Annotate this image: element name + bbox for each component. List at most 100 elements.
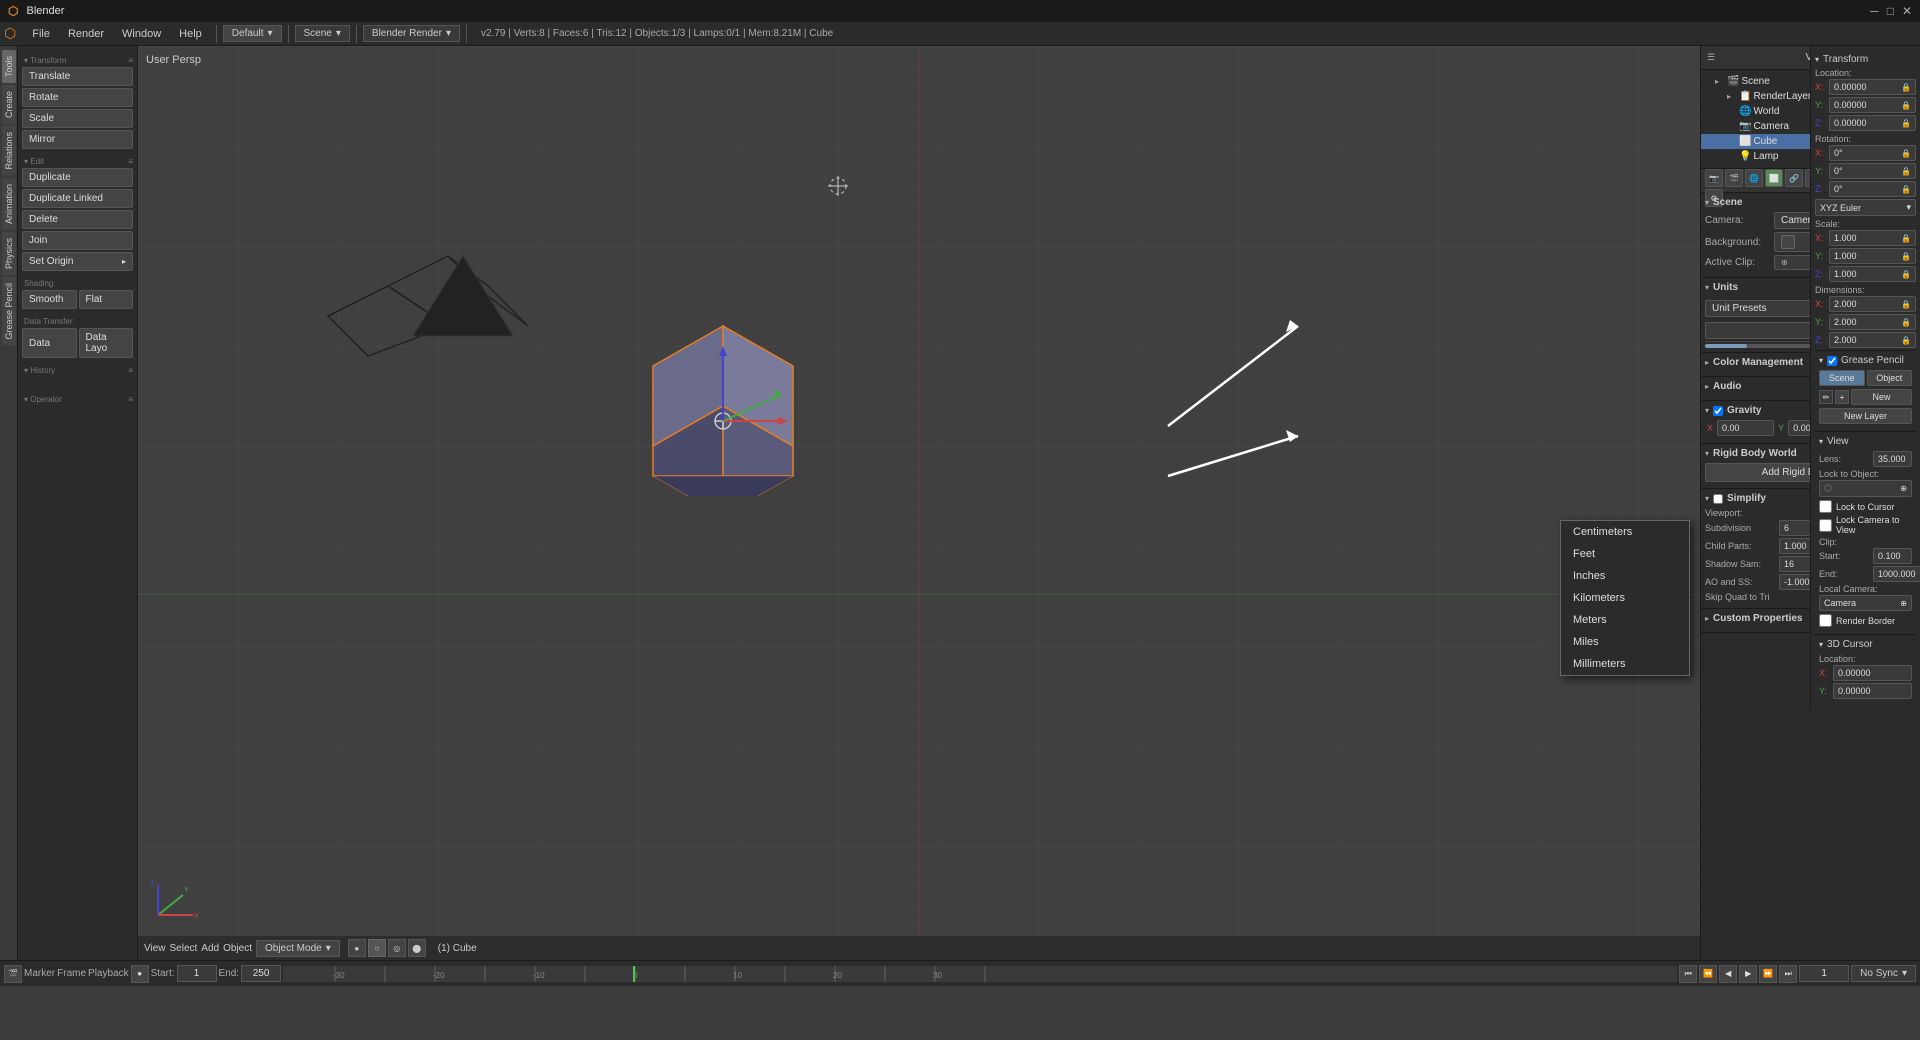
playback-menu[interactable]: Playback xyxy=(88,968,129,979)
units-item-centimeters[interactable]: Centimeters xyxy=(1561,521,1689,543)
maximize-btn[interactable]: □ xyxy=(1887,4,1894,18)
smooth-btn[interactable]: Smooth xyxy=(22,290,77,309)
timeline-mode-btn[interactable]: ● xyxy=(131,965,149,983)
scale-y-field[interactable]: 1.000 🔒 xyxy=(1829,248,1916,264)
play-btn[interactable]: ▶ xyxy=(1739,965,1757,983)
prev-frame-btn[interactable]: ⏪ xyxy=(1699,965,1717,983)
current-frame-field[interactable]: 1 xyxy=(1799,965,1849,982)
camera-field[interactable]: Camera ⊕ xyxy=(1819,595,1912,611)
data-layo-btn[interactable]: Data Layo xyxy=(79,328,134,358)
material-mode-btn[interactable]: ◎ xyxy=(388,939,406,957)
menu-file[interactable]: File xyxy=(24,26,58,42)
marker-menu[interactable]: Marker xyxy=(24,968,55,979)
clip-end-field[interactable]: 1000.000 xyxy=(1873,566,1920,582)
scene-selector[interactable]: Scene ▾ xyxy=(295,25,350,42)
units-item-feet[interactable]: Feet xyxy=(1561,543,1689,565)
object-menu[interactable]: Object xyxy=(223,943,252,954)
jump-start-btn[interactable]: ⏮ xyxy=(1679,965,1697,983)
scene-props-icon[interactable]: 🎬 xyxy=(1725,169,1743,187)
view-menu[interactable]: View xyxy=(144,943,166,954)
world-props-icon[interactable]: 🌐 xyxy=(1745,169,1763,187)
tab-create[interactable]: Create xyxy=(2,85,16,124)
layout-selector[interactable]: Default ▾ xyxy=(223,25,282,42)
gp-add-icon[interactable]: + xyxy=(1835,390,1849,404)
start-frame-field[interactable]: 1 xyxy=(177,965,217,982)
mode-selector[interactable]: Object Mode ▾ xyxy=(256,940,340,957)
loc-y-field[interactable]: 0.00000 🔒 xyxy=(1829,97,1916,113)
render-props-icon[interactable]: 📷 xyxy=(1705,169,1723,187)
duplicate-linked-btn[interactable]: Duplicate Linked xyxy=(22,189,133,208)
simplify-checkbox[interactable] xyxy=(1713,494,1723,504)
end-frame-field[interactable]: 250 xyxy=(241,965,281,982)
cursor-x-field[interactable]: 0.00000 xyxy=(1833,665,1912,681)
scale-x-field[interactable]: 1.000 🔒 xyxy=(1829,230,1916,246)
cursor-y-field[interactable]: 0.00000 xyxy=(1833,683,1912,699)
clip-start-field[interactable]: 0.100 xyxy=(1873,548,1912,564)
rot-y-field[interactable]: 0° 🔒 xyxy=(1829,163,1916,179)
add-menu[interactable]: Add xyxy=(201,943,219,954)
grease-pencil-checkbox[interactable] xyxy=(1827,356,1837,366)
constraint-props-icon[interactable]: 🔗 xyxy=(1785,169,1803,187)
menu-help[interactable]: Help xyxy=(171,26,210,42)
wire-mode-btn[interactable]: ○ xyxy=(368,939,386,957)
object-props-icon[interactable]: ⬜ xyxy=(1765,169,1783,187)
solid-mode-btn[interactable]: ● xyxy=(348,939,366,957)
units-item-miles[interactable]: Miles xyxy=(1561,631,1689,653)
render-border-checkbox[interactable] xyxy=(1819,614,1832,627)
data-btn[interactable]: Data xyxy=(22,328,77,358)
units-item-meters[interactable]: Meters xyxy=(1561,609,1689,631)
lens-field[interactable]: 35.000 xyxy=(1873,451,1912,467)
tab-physics[interactable]: Physics xyxy=(2,232,16,275)
menu-render[interactable]: Render xyxy=(60,26,112,42)
menu-window[interactable]: Window xyxy=(114,26,169,42)
units-item-inches[interactable]: Inches xyxy=(1561,565,1689,587)
gp-pencil-icon[interactable]: ✏ xyxy=(1819,390,1833,404)
gravity-x-field[interactable]: 0.00 xyxy=(1717,420,1774,436)
lock-cursor-checkbox[interactable] xyxy=(1819,500,1832,513)
dim-x-field[interactable]: 2.000 🔒 xyxy=(1829,296,1916,312)
loc-z-field[interactable]: 0.00000 🔒 xyxy=(1829,115,1916,131)
dim-y-field[interactable]: 2.000 🔒 xyxy=(1829,314,1916,330)
join-btn[interactable]: Join xyxy=(22,231,133,250)
lock-object-field[interactable]: ⬡ ⊕ xyxy=(1819,480,1912,497)
scale-btn[interactable]: Scale xyxy=(22,109,133,128)
tab-animation[interactable]: Animation xyxy=(2,178,16,230)
rot-z-field[interactable]: 0° 🔒 xyxy=(1829,181,1916,197)
timeline-icon[interactable]: 🎬 xyxy=(4,965,22,983)
duplicate-btn[interactable]: Duplicate xyxy=(22,168,133,187)
3d-viewport[interactable]: User Persp xyxy=(138,46,1700,960)
delete-btn[interactable]: Delete xyxy=(22,210,133,229)
engine-selector[interactable]: Blender Render ▾ xyxy=(363,25,460,42)
gp-new-layer-btn[interactable]: New Layer xyxy=(1819,408,1912,424)
scale-z-field[interactable]: 1.000 🔒 xyxy=(1829,266,1916,282)
tab-relations[interactable]: Relations xyxy=(2,126,16,176)
gp-new-btn[interactable]: New xyxy=(1851,389,1912,405)
rot-x-field[interactable]: 0° 🔒 xyxy=(1829,145,1916,161)
gp-scene-btn[interactable]: Scene xyxy=(1819,370,1865,386)
lock-camera-checkbox[interactable] xyxy=(1819,519,1832,532)
set-origin-btn[interactable]: Set Origin ▸ xyxy=(22,252,133,271)
flat-btn[interactable]: Flat xyxy=(79,290,134,309)
close-btn[interactable]: ✕ xyxy=(1902,4,1912,18)
loc-x-field[interactable]: 0.00000 🔒 xyxy=(1829,79,1916,95)
gravity-checkbox[interactable] xyxy=(1713,406,1723,416)
mirror-btn[interactable]: Mirror xyxy=(22,130,133,149)
select-menu[interactable]: Select xyxy=(170,943,198,954)
translate-btn[interactable]: Translate xyxy=(22,67,133,86)
frame-menu[interactable]: Frame xyxy=(57,968,86,979)
sync-selector[interactable]: No Sync ▾ xyxy=(1851,965,1916,982)
rendered-mode-btn[interactable]: ⬤ xyxy=(408,939,426,957)
rotate-btn[interactable]: Rotate xyxy=(22,88,133,107)
play-reverse-btn[interactable]: ◀ xyxy=(1719,965,1737,983)
tab-grease-pencil[interactable]: Grease Pencil xyxy=(2,277,16,346)
tab-tools[interactable]: Tools xyxy=(2,50,16,83)
bg-color-swatch[interactable] xyxy=(1781,235,1795,249)
gp-object-btn[interactable]: Object xyxy=(1867,370,1913,386)
rotation-mode-dropdown[interactable]: XYZ Euler ▾ xyxy=(1815,199,1916,216)
dim-z-field[interactable]: 2.000 🔒 xyxy=(1829,332,1916,348)
minimize-btn[interactable]: ─ xyxy=(1870,4,1879,18)
timeline-ruler[interactable]: -30 -20 -10 0 10 20 30 xyxy=(283,966,1677,982)
units-item-kilometers[interactable]: Kilometers xyxy=(1561,587,1689,609)
next-frame-btn[interactable]: ⏩ xyxy=(1759,965,1777,983)
units-item-millimeters[interactable]: Millimeters xyxy=(1561,653,1689,675)
